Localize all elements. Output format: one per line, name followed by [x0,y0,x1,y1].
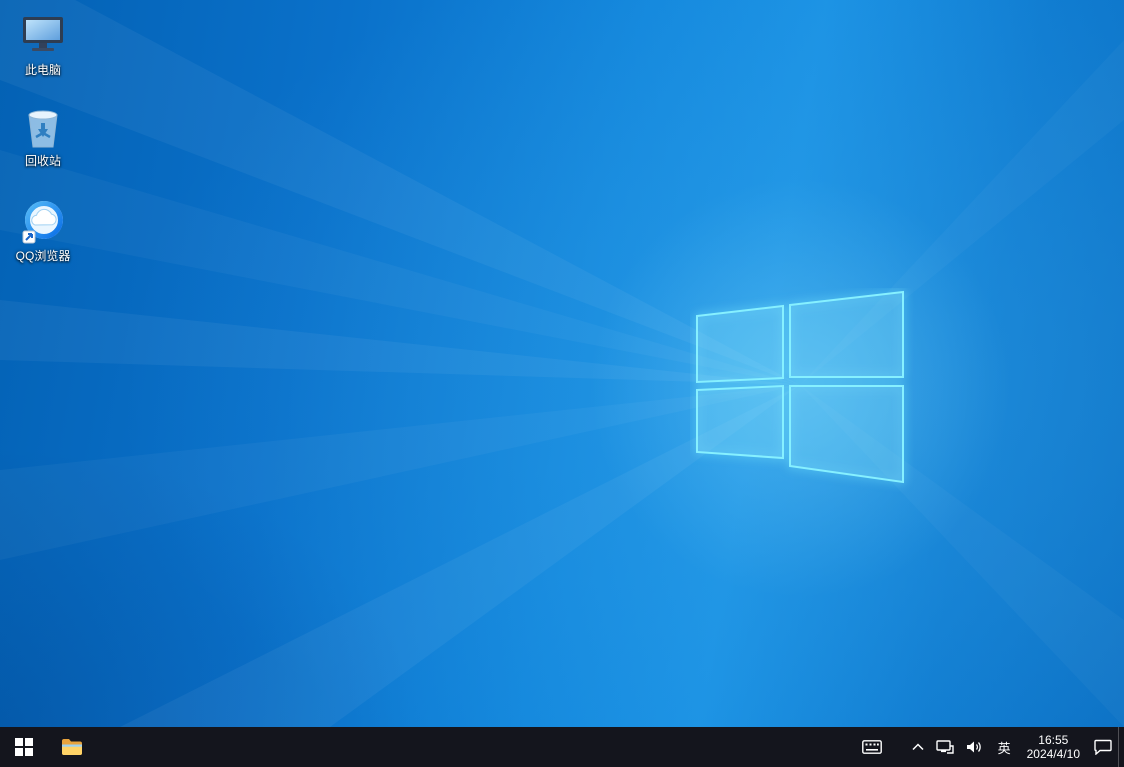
network-icon [936,740,954,754]
ime-indicator[interactable]: 英 [990,727,1019,767]
hidden-icons-button[interactable] [906,727,930,767]
desktop-icon-this-pc[interactable]: 此电脑 [4,12,82,79]
clock[interactable]: 16:55 2024/4/10 [1019,727,1088,767]
speaker-icon [966,740,984,754]
windows-logo-wallpaper [690,288,914,492]
taskbar-empty-area [96,727,856,767]
desktop-icon-label: 回收站 [25,154,61,168]
system-tray: 英 16:55 2024/4/10 [856,727,1124,767]
taskbar: 英 16:55 2024/4/10 [0,727,1124,767]
desktop-wallpaper: 此电脑 回收站 [0,0,1124,727]
windows-desktop: 此电脑 回收站 [0,0,1124,767]
desktop-icon-label: QQ浏览器 [16,249,71,263]
hidden-icons-chevron-icon [912,743,924,751]
desktop-icon-label: 此电脑 [25,63,61,77]
clock-date: 2024/4/10 [1027,747,1080,761]
volume-button[interactable] [960,727,990,767]
action-center-icon [1094,739,1112,755]
wallpaper-light-rays [0,0,1124,727]
qq-browser-icon [19,198,67,246]
windows-logo-icon [15,738,33,756]
folder-icon [61,738,83,756]
clock-time: 16:55 [1038,733,1068,747]
file-explorer-button[interactable] [48,727,96,767]
this-pc-icon [19,12,67,60]
action-center-button[interactable] [1088,727,1118,767]
desktop-icon-qq-browser[interactable]: QQ浏览器 [4,198,82,265]
touch-keyboard-button[interactable] [856,727,888,767]
desktop-icon-recycle-bin[interactable]: 回收站 [4,103,82,170]
tray-gap [888,727,906,767]
show-desktop-button[interactable] [1118,727,1124,767]
network-button[interactable] [930,727,960,767]
start-button[interactable] [0,727,48,767]
touch-keyboard-icon [862,740,882,754]
recycle-bin-icon [19,103,67,151]
